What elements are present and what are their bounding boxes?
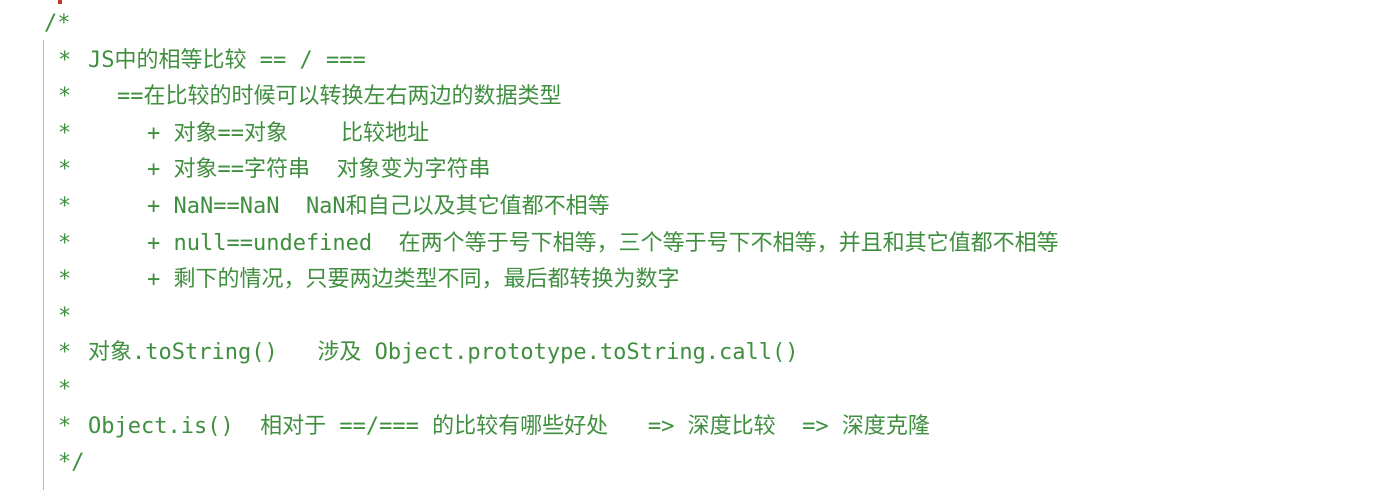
comment-star: * [58,230,72,256]
comment-star: * [58,267,72,293]
comment-star: * [58,84,72,110]
code-line-10[interactable]: * 对象.toString() 涉及 Object.prototype.toSt… [0,335,1394,372]
code-line-9[interactable]: * [0,299,1394,336]
code-line-1[interactable]: /* [0,6,1394,43]
comment-star: * [58,193,72,219]
code-line-11[interactable]: * [0,372,1394,409]
code-line-8[interactable]: * + 剩下的情况，只要两边类型不同，最后都转换为数字 [0,262,1394,299]
comment-text: 对象.toString() 涉及 Object.prototype.toStri… [88,340,799,366]
comment-text: Object.is() 相对于 ==/=== 的比较有哪些好处 => 深度比较 … [88,413,930,439]
comment-text: + 对象==对象 比较地址 [147,120,429,146]
line-marker [58,0,62,4]
comment-text: + NaN==NaN NaN和自己以及其它值都不相等 [147,193,610,219]
comment-star: * [58,376,72,402]
comment-open: /* [44,11,71,36]
comment-star: * [58,340,72,366]
code-line-6[interactable]: * + NaN==NaN NaN和自己以及其它值都不相等 [0,189,1394,226]
code-editor[interactable]: /* * JS中的相等比较 == / === * ==在比较的时候可以转换左右两… [0,0,1394,490]
comment-text: JS中的相等比较 == / === [88,47,366,73]
code-line-7[interactable]: * + null==undefined 在两个等于号下相等，三个等于号下不相等，… [0,226,1394,263]
comment-text: ==在比较的时候可以转换左右两边的数据类型 [117,84,562,110]
code-line-4[interactable]: * + 对象==对象 比较地址 [0,116,1394,153]
code-line-12[interactable]: * Object.is() 相对于 ==/=== 的比较有哪些好处 => 深度比… [0,409,1394,446]
code-line-2[interactable]: * JS中的相等比较 == / === [0,43,1394,80]
comment-text: + null==undefined 在两个等于号下相等，三个等于号下不相等，并且… [147,230,1059,256]
comment-star: * [58,303,72,329]
comment-star: * [58,47,72,73]
code-lines: /* * JS中的相等比较 == / === * ==在比较的时候可以转换左右两… [0,6,1394,482]
comment-star: * [58,157,72,183]
code-line-3[interactable]: * ==在比较的时候可以转换左右两边的数据类型 [0,79,1394,116]
code-line-13[interactable]: */ [0,445,1394,482]
comment-star: * [58,413,72,439]
comment-text: + 对象==字符串 对象变为字符串 [147,157,491,183]
comment-text: + 剩下的情况，只要两边类型不同，最后都转换为数字 [147,267,680,293]
code-line-5[interactable]: * + 对象==字符串 对象变为字符串 [0,152,1394,189]
comment-close: */ [58,450,85,476]
comment-star: * [58,120,72,146]
